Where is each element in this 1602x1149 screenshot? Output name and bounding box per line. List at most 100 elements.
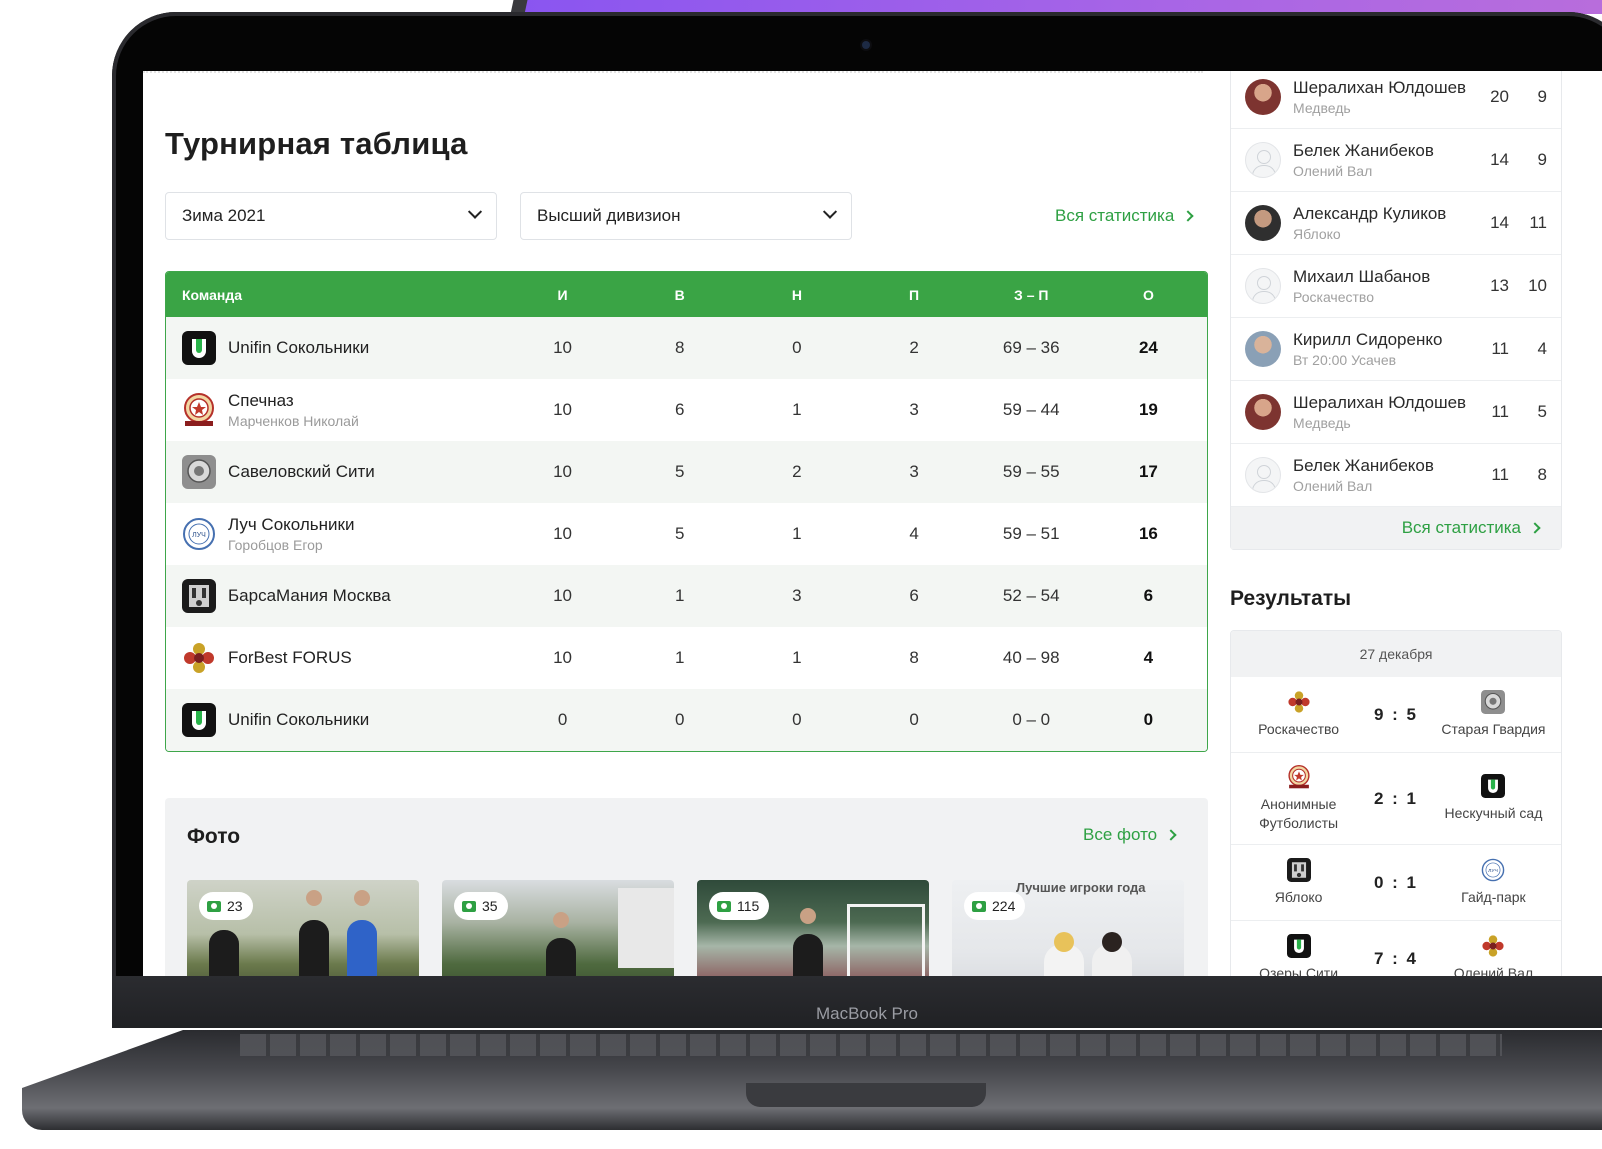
team-logo-icon [182, 703, 216, 737]
col-draw[interactable]: Н [738, 287, 855, 303]
table-row[interactable]: ForBest FORUS 10 1 1 8 40 – 98 4 [166, 627, 1207, 689]
match-score: 9 : 5 [1373, 704, 1419, 724]
away-team[interactable]: Нескучный сад [1426, 774, 1561, 822]
team-cell[interactable]: ЛУЧ Луч Сокольники Горобцов Егор [166, 515, 504, 553]
goals-cell: 59 – 51 [1002, 524, 1060, 543]
table-row[interactable]: Unifin Сокольники 0 0 0 0 0 – 0 0 [166, 689, 1207, 751]
avatar [1245, 394, 1281, 430]
won-cell: 5 [674, 462, 685, 481]
team-logo-icon [1287, 765, 1311, 789]
table-row[interactable]: Unifin Сокольники 10 8 0 2 69 – 36 24 [166, 317, 1207, 379]
col-played[interactable]: И [504, 287, 621, 303]
team-name[interactable]: Луч Сокольники [228, 515, 354, 535]
scorer-stat-a: 14 [1490, 150, 1509, 169]
camera-icon [462, 900, 476, 912]
scorer-stat-b: 10 [1528, 276, 1547, 295]
team-name[interactable]: Unifin Сокольники [228, 338, 369, 358]
photo-count: 224 [992, 898, 1016, 914]
all-stats-link-scorers[interactable]: Вся статистика [1402, 518, 1541, 538]
avatar [1245, 79, 1281, 115]
scorer-name[interactable]: Шералихан Юлдошев [1293, 393, 1471, 413]
team-cell[interactable]: Unifin Сокольники [166, 331, 504, 365]
col-won[interactable]: В [621, 287, 738, 303]
team-cell[interactable]: Спечназ Марченков Николай [166, 391, 504, 429]
scorer-row[interactable]: Кирилл Сидоренко Вт 20:00 Усачев 11 4 [1231, 318, 1561, 381]
table-row[interactable]: Спечназ Марченков Николай 10 6 1 3 59 – … [166, 379, 1207, 441]
table-row[interactable]: Савеловский Сити 10 5 2 3 59 – 55 17 [166, 441, 1207, 503]
photo-album-3[interactable]: 115 [697, 880, 929, 976]
scorer-team: Медведь [1293, 415, 1351, 431]
draw-cell: 3 [792, 586, 802, 605]
played-cell: 10 [553, 400, 573, 419]
col-lost[interactable]: П [855, 287, 972, 303]
home-team[interactable]: Яблоко [1231, 858, 1366, 906]
goals-cell: 59 – 44 [1002, 400, 1060, 419]
all-photos-link[interactable]: Все фото [1083, 825, 1177, 845]
away-team[interactable]: Старая Гвардия [1426, 690, 1561, 738]
col-team[interactable]: Команда [166, 287, 504, 303]
played-cell: 10 [553, 524, 573, 543]
scorer-row[interactable]: Шералихан Юлдошев Медведь 11 5 [1231, 381, 1561, 444]
points-cell: 16 [1138, 524, 1158, 543]
team-name[interactable]: Спечназ [228, 391, 359, 411]
team-logo-icon [182, 331, 216, 365]
match-row[interactable]: Анонимные Футболисты 2 : 1 Нескучный сад [1231, 753, 1561, 845]
all-stats-link[interactable]: Вся статистика [1055, 206, 1194, 226]
draw-cell: 2 [792, 462, 802, 481]
col-goals[interactable]: З – П [973, 287, 1090, 303]
team-cell[interactable]: БарсаМания Москва [166, 579, 504, 613]
team-cell[interactable]: Unifin Сокольники [166, 703, 504, 737]
scorer-row[interactable]: Александр Куликов Яблоко 14 11 [1231, 192, 1561, 255]
scorer-row[interactable]: Белек Жанибеков Олений Вал 11 8 [1231, 444, 1561, 507]
photo-album-1[interactable]: 23 [187, 880, 419, 976]
team-name[interactable]: БарсаМания Москва [228, 586, 391, 606]
match-row[interactable]: Яблоко 0 : 1 ЛУЧ Гайд-парк [1231, 845, 1561, 921]
chevron-right-icon [1529, 522, 1541, 534]
photo-count: 35 [482, 898, 498, 914]
division-select[interactable]: Высший дивизион [520, 192, 852, 240]
team-cell[interactable]: ForBest FORUS [166, 641, 504, 675]
lost-cell: 8 [909, 648, 919, 667]
photo-album-2[interactable]: 35 [442, 880, 674, 976]
scorer-name[interactable]: Шералихан Юлдошев [1293, 78, 1471, 98]
scorer-row[interactable]: Белек Жанибеков Олений Вал 14 9 [1231, 129, 1561, 192]
scorer-team: Олений Вал [1293, 163, 1373, 179]
team-logo-icon [1481, 934, 1505, 958]
scorer-name[interactable]: Белек Жанибеков [1293, 456, 1471, 476]
table-row[interactable]: ЛУЧ Луч Сокольники Горобцов Егор 10 5 1 … [166, 503, 1207, 565]
all-photos-label: Все фото [1083, 825, 1158, 844]
scorer-name[interactable]: Кирилл Сидоренко [1293, 330, 1471, 350]
scorer-stat-a: 11 [1491, 339, 1509, 358]
scorer-info: Шералихан Юлдошев Медведь [1293, 78, 1471, 116]
page-title: Турнирная таблица [165, 126, 468, 161]
home-team[interactable]: Роскачество [1231, 690, 1366, 738]
scorer-stat-a: 14 [1490, 213, 1509, 232]
team-cell[interactable]: Савеловский Сити [166, 455, 504, 489]
scorer-name[interactable]: Михаил Шабанов [1293, 267, 1471, 287]
away-team-name: Гайд-парк [1461, 889, 1526, 906]
match-row[interactable]: Озеры Сити 7 : 4 Олений Вал [1231, 921, 1561, 976]
away-team[interactable]: ЛУЧ Гайд-парк [1426, 858, 1561, 906]
scorer-row[interactable]: Шералихан Юлдошев Медведь 20 9 [1231, 71, 1561, 129]
home-team[interactable]: Озеры Сити [1231, 934, 1366, 976]
scorer-stat-a: 11 [1491, 465, 1509, 484]
team-name[interactable]: Савеловский Сити [228, 462, 375, 482]
away-team[interactable]: Олений Вал [1426, 934, 1561, 976]
match-row[interactable]: Роскачество 9 : 5 Старая Гвардия [1231, 677, 1561, 753]
points-cell: 24 [1138, 338, 1158, 357]
photo-album-4[interactable]: Лучшие игроки года 224 [952, 880, 1184, 976]
away-team-name: Нескучный сад [1444, 805, 1543, 822]
scorer-name[interactable]: Александр Куликов [1293, 204, 1471, 224]
team-name[interactable]: Unifin Сокольники [228, 710, 369, 730]
season-select[interactable]: Зима 2021 [165, 192, 497, 240]
col-points[interactable]: О [1090, 287, 1207, 303]
scorer-row[interactable]: Михаил Шабанов Роскачество 13 10 [1231, 255, 1561, 318]
team-name[interactable]: ForBest FORUS [228, 648, 352, 668]
played-cell: 10 [553, 586, 573, 605]
table-row[interactable]: БарсаМания Москва 10 1 3 6 52 – 54 6 [166, 565, 1207, 627]
device-label: MacBook Pro [815, 1004, 919, 1023]
scorer-name[interactable]: Белек Жанибеков [1293, 141, 1471, 161]
player-head [553, 912, 569, 928]
home-team[interactable]: Анонимные Футболисты [1231, 765, 1366, 831]
chevron-down-icon [467, 204, 483, 219]
